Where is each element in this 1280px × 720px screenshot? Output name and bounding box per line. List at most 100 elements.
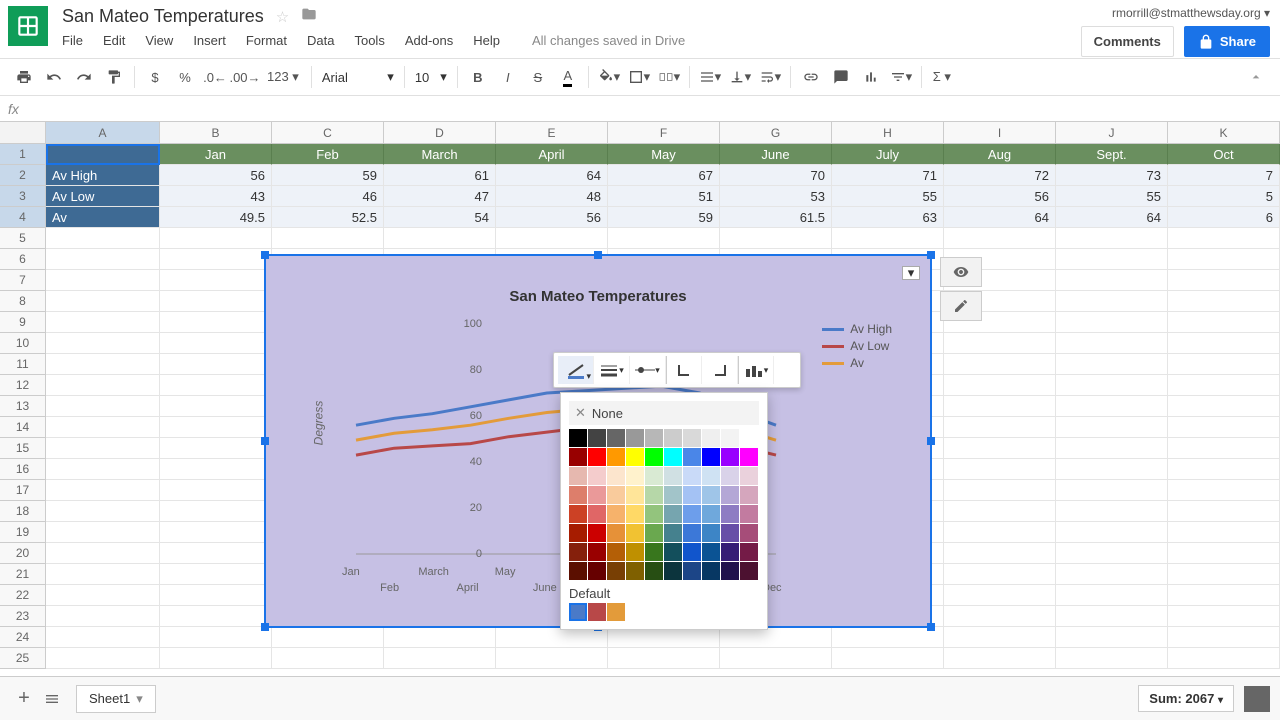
- color-swatch[interactable]: [626, 486, 644, 504]
- cell[interactable]: June: [720, 144, 832, 165]
- color-swatch[interactable]: [588, 486, 606, 504]
- color-swatch[interactable]: [664, 562, 682, 580]
- color-swatch[interactable]: [645, 486, 663, 504]
- cell[interactable]: [1056, 585, 1168, 606]
- cell[interactable]: [46, 522, 160, 543]
- color-swatch[interactable]: [569, 467, 587, 485]
- cell[interactable]: [1168, 375, 1280, 396]
- cell[interactable]: [1056, 354, 1168, 375]
- cell[interactable]: [1168, 501, 1280, 522]
- expand-toolbar-icon[interactable]: [1242, 63, 1270, 91]
- cell[interactable]: [272, 627, 384, 648]
- cell[interactable]: [384, 228, 496, 249]
- color-swatch[interactable]: [702, 467, 720, 485]
- cell[interactable]: 71: [832, 165, 944, 186]
- color-none-option[interactable]: ✕ None: [569, 401, 759, 425]
- explore-button[interactable]: [1244, 686, 1270, 712]
- cell[interactable]: [1168, 543, 1280, 564]
- sum-display[interactable]: Sum: 2067 ▾: [1138, 685, 1234, 712]
- row-header[interactable]: 8: [0, 291, 46, 312]
- color-swatch[interactable]: [683, 429, 701, 447]
- cell[interactable]: [160, 606, 272, 627]
- cell[interactable]: [46, 354, 160, 375]
- color-swatch[interactable]: [569, 543, 587, 561]
- cell[interactable]: 48: [496, 186, 608, 207]
- cell[interactable]: [944, 501, 1056, 522]
- cell[interactable]: [1056, 606, 1168, 627]
- color-swatch[interactable]: [588, 562, 606, 580]
- cell[interactable]: [496, 627, 608, 648]
- cell[interactable]: [160, 648, 272, 669]
- cell[interactable]: [1056, 438, 1168, 459]
- color-swatch[interactable]: [588, 505, 606, 523]
- color-swatch[interactable]: [683, 524, 701, 542]
- color-swatch[interactable]: [626, 448, 644, 466]
- cell[interactable]: 73: [1056, 165, 1168, 186]
- color-swatch[interactable]: [664, 448, 682, 466]
- color-swatch[interactable]: [607, 543, 625, 561]
- cell[interactable]: [160, 522, 272, 543]
- default-color-swatch[interactable]: [607, 603, 625, 621]
- color-swatch[interactable]: [702, 543, 720, 561]
- cell[interactable]: [160, 501, 272, 522]
- column-header[interactable]: A: [46, 122, 160, 143]
- cell[interactable]: 47: [384, 186, 496, 207]
- cell[interactable]: [46, 375, 160, 396]
- cell[interactable]: [46, 501, 160, 522]
- color-swatch[interactable]: [569, 562, 587, 580]
- color-swatch[interactable]: [702, 505, 720, 523]
- row-header[interactable]: 12: [0, 375, 46, 396]
- decrease-decimal-icon[interactable]: .0←: [201, 63, 229, 91]
- cell[interactable]: [160, 396, 272, 417]
- cell[interactable]: 59: [272, 165, 384, 186]
- percent-icon[interactable]: %: [171, 63, 199, 91]
- column-header[interactable]: F: [608, 122, 720, 143]
- color-swatch[interactable]: [588, 543, 606, 561]
- cell[interactable]: [944, 417, 1056, 438]
- folder-icon[interactable]: [301, 6, 317, 27]
- cell[interactable]: 54: [384, 207, 496, 228]
- cell[interactable]: [160, 459, 272, 480]
- cell[interactable]: 51: [608, 186, 720, 207]
- chart-menu-dropdown[interactable]: ▾: [902, 266, 920, 280]
- data-labels-button[interactable]: ▾: [738, 356, 774, 384]
- row-header[interactable]: 3: [0, 186, 46, 207]
- share-button[interactable]: Share: [1184, 26, 1270, 57]
- column-header[interactable]: E: [496, 122, 608, 143]
- color-swatch[interactable]: [702, 429, 720, 447]
- row-header[interactable]: 9: [0, 312, 46, 333]
- cell[interactable]: [1056, 459, 1168, 480]
- resize-handle[interactable]: [261, 251, 269, 259]
- cell[interactable]: [1056, 270, 1168, 291]
- cell[interactable]: Av High: [46, 165, 160, 186]
- cell[interactable]: [1056, 396, 1168, 417]
- color-swatch[interactable]: [740, 524, 758, 542]
- cell[interactable]: [160, 564, 272, 585]
- font-size-select[interactable]: 10▾: [411, 69, 451, 85]
- italic-icon[interactable]: I: [494, 63, 522, 91]
- cell[interactable]: [160, 333, 272, 354]
- cell[interactable]: 64: [1056, 207, 1168, 228]
- cell[interactable]: [1168, 648, 1280, 669]
- font-select[interactable]: Arial▾: [318, 69, 398, 85]
- color-swatch[interactable]: [740, 467, 758, 485]
- row-header[interactable]: 2: [0, 165, 46, 186]
- cell[interactable]: 72: [944, 165, 1056, 186]
- sheet-tab[interactable]: Sheet1▾: [76, 685, 156, 713]
- cell[interactable]: Aug: [944, 144, 1056, 165]
- cell[interactable]: [46, 333, 160, 354]
- functions-icon[interactable]: Σ ▾: [928, 63, 956, 91]
- line-dash-button[interactable]: ▾: [630, 356, 666, 384]
- cell[interactable]: Av: [46, 207, 160, 228]
- cell[interactable]: [46, 249, 160, 270]
- color-swatch[interactable]: [645, 448, 663, 466]
- menu-tools[interactable]: Tools: [354, 33, 384, 48]
- cell[interactable]: [160, 270, 272, 291]
- cell[interactable]: [944, 459, 1056, 480]
- menu-file[interactable]: File: [62, 33, 83, 48]
- column-header[interactable]: B: [160, 122, 272, 143]
- fill-color-icon[interactable]: ▾: [595, 63, 623, 91]
- column-header[interactable]: C: [272, 122, 384, 143]
- row-header[interactable]: 13: [0, 396, 46, 417]
- default-color-swatch[interactable]: [588, 603, 606, 621]
